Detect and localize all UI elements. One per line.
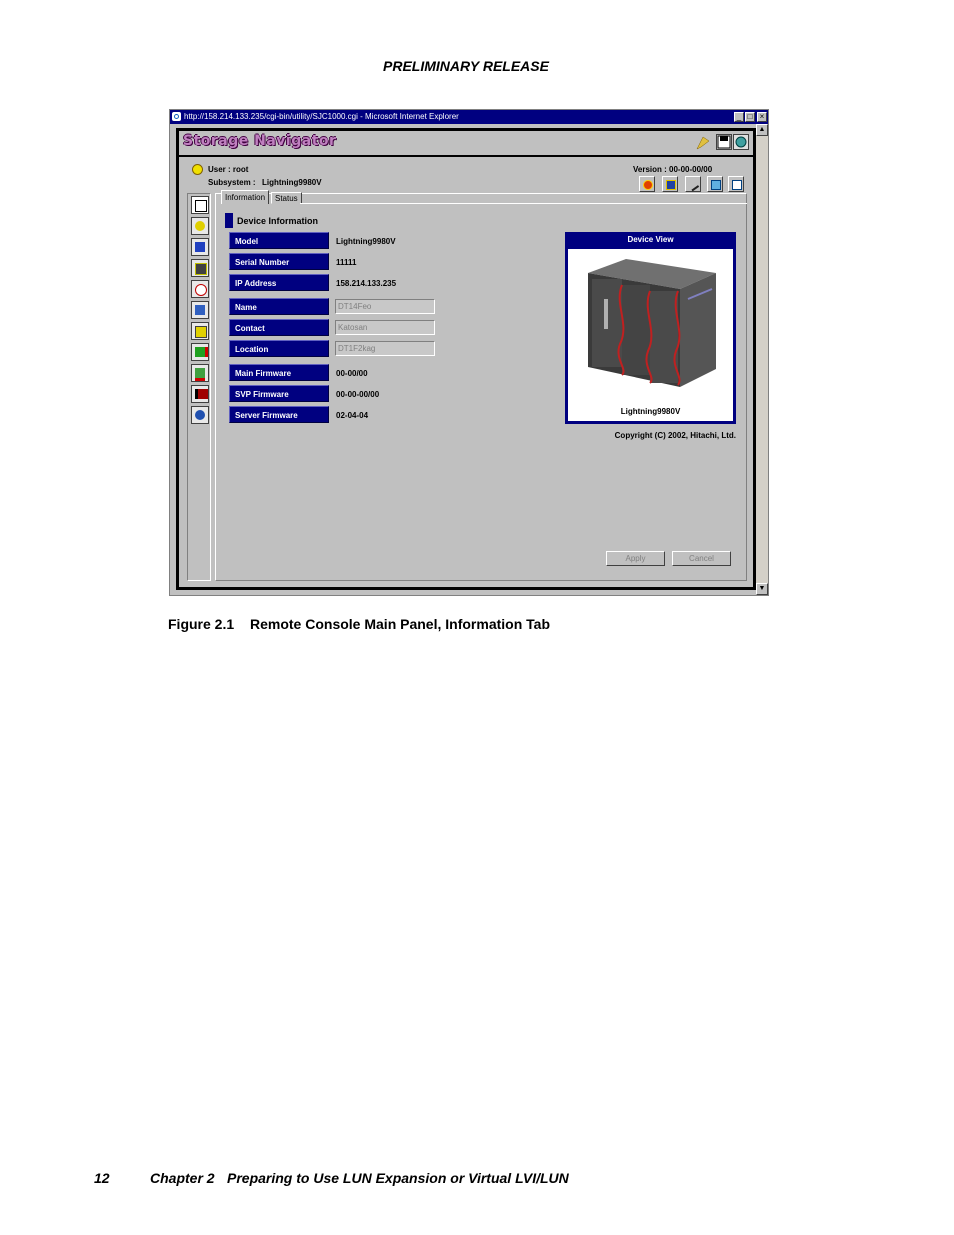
- apply-all-icon[interactable]: [707, 176, 723, 192]
- nav-edit-icon[interactable]: [191, 322, 209, 340]
- storage-navigator-logo: Storage Navigator: [183, 133, 337, 149]
- app-frame: Storage Navigator User : root Subsystem …: [176, 128, 756, 590]
- model-label: Model: [229, 232, 329, 249]
- serial-number-label: Serial Number: [229, 253, 329, 270]
- nav-volume-icon[interactable]: [191, 364, 209, 382]
- internet-explorer-icon: [172, 112, 181, 121]
- edit-mode-icon[interactable]: [685, 176, 701, 192]
- contact-field[interactable]: Katosan: [335, 320, 435, 335]
- footer-chapter: Chapter 2: [150, 1170, 215, 1186]
- device-view-panel: Device View Lightning9980V: [565, 232, 736, 424]
- apply-button[interactable]: Apply: [606, 551, 665, 566]
- figure-number: Figure 2.1: [168, 616, 235, 632]
- scroll-up-button[interactable]: ▲: [756, 124, 768, 136]
- tab-information[interactable]: Information: [221, 190, 270, 204]
- name-field[interactable]: DT14Feo: [335, 299, 435, 314]
- serial-number-value: 11111: [336, 258, 357, 267]
- svp-firmware-label: SVP Firmware: [229, 385, 329, 402]
- main-firmware-value: 00-00/00: [336, 369, 368, 378]
- maximize-button[interactable]: □: [745, 112, 755, 122]
- server-firmware-label: Server Firmware: [229, 406, 329, 423]
- subsystem-label: Subsystem :: [208, 178, 256, 187]
- subsystem-value: Lightning9980V: [262, 178, 322, 187]
- location-label: Location: [229, 340, 329, 357]
- nav-performance-icon[interactable]: [191, 280, 209, 298]
- lock-icon[interactable]: [662, 176, 678, 192]
- nav-port-icon[interactable]: [191, 301, 209, 319]
- svp-firmware-value: 00-00-00/00: [336, 390, 380, 399]
- exit-icon[interactable]: [728, 176, 744, 192]
- nav-user-icon[interactable]: [191, 217, 209, 235]
- window-title: http://158.214.133.235/cgi-bin/utility/S…: [184, 112, 459, 121]
- browser-window: http://158.214.133.235/cgi-bin/utility/S…: [169, 109, 769, 596]
- footer-title: Preparing to Use LUN Expansion or Virtua…: [227, 1170, 569, 1186]
- section-title: Device Information: [237, 216, 319, 226]
- tab-strip-line: [300, 203, 747, 204]
- left-nav: [187, 193, 211, 581]
- save-icon[interactable]: [716, 134, 732, 150]
- location-field[interactable]: DT1F2kag: [335, 341, 435, 356]
- contact-label: Contact: [229, 319, 329, 336]
- model-value: Lightning9980V: [336, 237, 396, 246]
- server-firmware-value: 02-04-04: [336, 411, 369, 420]
- version-label: Version : 00-00-00/00: [633, 165, 713, 174]
- ip-address-value: 158.214.133.235: [336, 279, 397, 288]
- scroll-down-button[interactable]: ▼: [756, 583, 768, 595]
- copyright-text: Copyright (C) 2002, Hitachi, Ltd.: [614, 431, 736, 440]
- device-name: Lightning9980V: [620, 407, 681, 416]
- main-firmware-label: Main Firmware: [229, 364, 329, 381]
- minimize-button[interactable]: _: [734, 112, 744, 122]
- status-indicator-icon: [192, 164, 203, 175]
- footer-page-number: 12: [94, 1170, 110, 1186]
- device-view-title: Device View: [627, 235, 674, 244]
- header-divider: [179, 155, 753, 157]
- nav-disk-icon[interactable]: [191, 385, 209, 403]
- figure-title: Remote Console Main Panel, Information T…: [250, 616, 550, 632]
- close-button[interactable]: ×: [757, 112, 767, 122]
- nav-copy-icon[interactable]: [191, 343, 209, 361]
- nav-lun-icon[interactable]: [191, 259, 209, 277]
- device-view-body: Lightning9980V: [568, 249, 733, 421]
- hitachi-badge-icon: [695, 135, 711, 151]
- vertical-scrollbar[interactable]: ▲ ▼: [756, 124, 768, 595]
- window-titlebar: http://158.214.133.235/cgi-bin/utility/S…: [170, 110, 768, 124]
- user-label: User : root: [208, 165, 249, 174]
- storage-cabinet-image: [588, 259, 716, 387]
- tab-status[interactable]: Status: [271, 192, 302, 204]
- nav-information-icon[interactable]: [191, 196, 209, 214]
- app-content: Storage Navigator User : root Subsystem …: [179, 131, 753, 587]
- page-header: PRELIMINARY RELEASE: [383, 58, 549, 74]
- nav-config-icon[interactable]: [191, 238, 209, 256]
- alarm-icon[interactable]: [639, 176, 655, 192]
- refresh-icon[interactable]: [733, 134, 749, 150]
- name-label: Name: [229, 298, 329, 315]
- nav-network-icon[interactable]: [191, 406, 209, 424]
- section-marker: [225, 213, 233, 228]
- ip-address-label: IP Address: [229, 274, 329, 291]
- cancel-button[interactable]: Cancel: [672, 551, 731, 566]
